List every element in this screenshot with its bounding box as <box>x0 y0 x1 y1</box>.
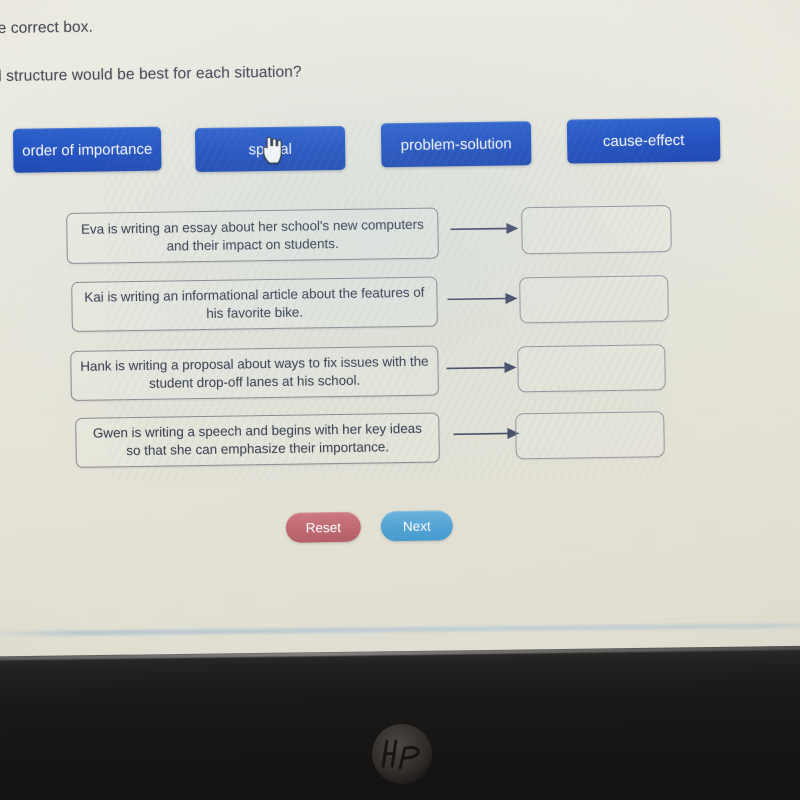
prompt-line-2: tional structure would be best for each … <box>0 63 302 86</box>
statement-box-1: Eva is writing an essay about her school… <box>66 207 439 265</box>
arrow-right-icon-4 <box>453 428 520 440</box>
arrow-right-icon-2 <box>447 293 518 305</box>
arrow-right-icon-3 <box>446 362 517 374</box>
drop-zone-3[interactable] <box>517 344 666 393</box>
option-chip-cause-effect[interactable]: cause-effect <box>566 117 721 164</box>
laptop-screen-surface: o the correct box. tional structure woul… <box>0 0 800 687</box>
drop-zone-4[interactable] <box>515 411 665 460</box>
next-button[interactable]: Next <box>380 510 454 542</box>
drop-zone-1[interactable] <box>521 205 672 255</box>
statement-box-4: Gwen is writing a speech and begins with… <box>75 412 440 468</box>
statement-box-3: Hank is writing a proposal about ways to… <box>70 345 439 401</box>
statement-text: Eva is writing an essay about her school… <box>80 216 424 254</box>
option-chip-label: order of importance <box>22 140 153 160</box>
statement-text: Hank is writing a proposal about ways to… <box>80 353 429 391</box>
statement-text: Gwen is writing a speech and begins with… <box>92 420 422 459</box>
prompt-line-1: o the correct box. <box>0 18 94 38</box>
statement-text: Kai is writing an informational article … <box>84 284 425 321</box>
reset-button[interactable]: Reset <box>285 511 362 543</box>
option-chip-order-of-importance[interactable]: order of importance <box>12 126 162 173</box>
screenshot-root: o the correct box. tional structure woul… <box>0 0 800 800</box>
statement-box-2: Kai is writing an informational article … <box>71 276 438 332</box>
hp-wordmark-icon <box>381 739 420 770</box>
option-chip-problem-solution[interactable]: problem-solution <box>380 121 532 168</box>
option-chip-label: cause-effect <box>602 131 685 150</box>
option-chip-spatial[interactable]: spatial <box>194 125 346 173</box>
reset-button-label: Reset <box>305 519 342 536</box>
exercise-content: o the correct box. tional structure woul… <box>0 0 800 686</box>
arrow-right-icon-1 <box>450 222 519 234</box>
option-chip-label: problem-solution <box>400 134 512 154</box>
option-chip-label: spatial <box>248 140 293 158</box>
next-button-label: Next <box>402 518 431 534</box>
drop-zone-2[interactable] <box>519 275 669 324</box>
